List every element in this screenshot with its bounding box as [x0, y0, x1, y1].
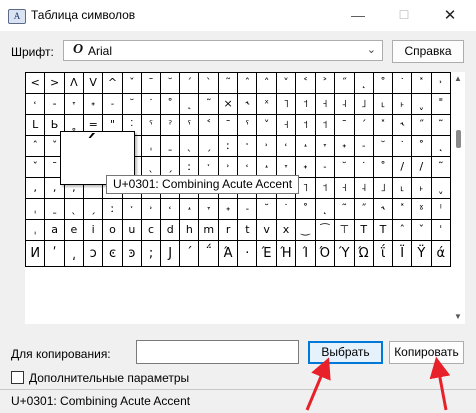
annotation-arrows — [305, 356, 451, 411]
character-map-window: A Таблица символов — ☐ ✕ Шрифт: O Arial … — [0, 0, 476, 413]
arrow-to-select-button — [305, 357, 331, 411]
arrow-to-copy-button — [429, 356, 451, 411]
